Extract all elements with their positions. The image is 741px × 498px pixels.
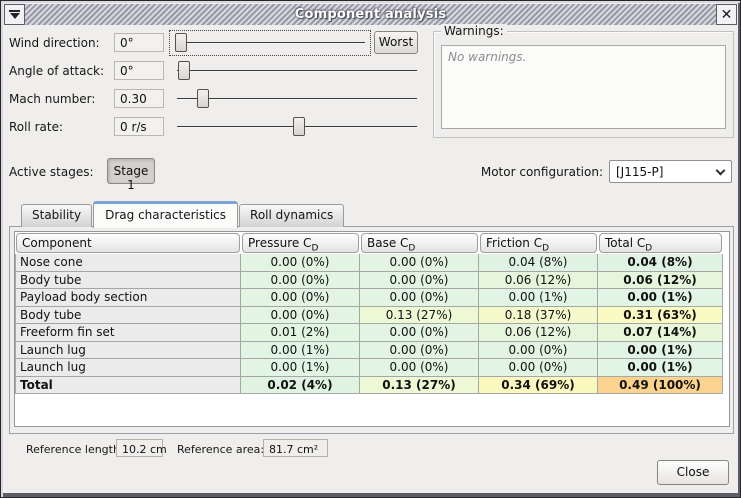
roll-rate-row: Roll rate: 0 r/s — [9, 116, 433, 138]
mach-number-row: Mach number: 0.30 — [9, 88, 433, 110]
wind-direction-label: Wind direction: — [9, 36, 100, 50]
component-cell: Launch lug — [15, 342, 241, 360]
component-cell: Payload body section — [15, 289, 241, 307]
mach-number-field[interactable]: 0.30 — [114, 89, 164, 108]
roll-rate-label: Roll rate: — [9, 120, 63, 134]
close-icon: ✕ — [721, 8, 733, 22]
warnings-list[interactable]: No warnings. — [441, 45, 726, 129]
value-cell: 0.02 (4%) — [241, 377, 360, 395]
worst-button[interactable]: Worst — [374, 31, 418, 54]
wind-direction-slider[interactable] — [171, 32, 369, 54]
roll-rate-slider[interactable] — [173, 116, 421, 138]
angle-of-attack-label: Angle of attack: — [9, 64, 104, 78]
value-cell: 0.00 (0%) — [241, 289, 360, 307]
table-scrollpane: ComponentPressure CDBase CDFriction CDTo… — [14, 231, 730, 427]
value-cell: 0.49 (100%) — [598, 377, 723, 395]
angle-of-attack-row: Angle of attack: 0° — [9, 60, 433, 82]
window-title: Component analysis — [25, 7, 716, 22]
reference-length-label: Reference length: — [26, 443, 124, 456]
value-cell: 0.13 (27%) — [360, 377, 479, 395]
value-cell: 0.00 (0%) — [241, 272, 360, 290]
value-cell: 0.00 (0%) — [479, 342, 598, 360]
tab-roll-dynamics[interactable]: Roll dynamics — [239, 204, 344, 227]
value-cell: 0.31 (63%) — [598, 307, 723, 325]
value-cell: 0.00 (1%) — [598, 289, 723, 307]
value-cell: 0.00 (0%) — [479, 359, 598, 377]
tab-drag-characteristics[interactable]: Drag characteristics — [93, 201, 238, 228]
stage-1-toggle[interactable]: Stage 1 — [107, 158, 155, 184]
value-cell: 0.06 (12%) — [598, 272, 723, 290]
component-cell: Launch lug — [15, 359, 241, 377]
value-cell: 0.04 (8%) — [479, 254, 598, 272]
value-cell: 0.01 (2%) — [241, 324, 360, 342]
value-cell: 0.07 (14%) — [598, 324, 723, 342]
column-header[interactable]: Pressure CD — [242, 233, 359, 253]
angle-of-attack-slider[interactable] — [173, 60, 421, 82]
warnings-group: Warnings: No warnings. — [433, 31, 734, 138]
value-cell: 0.00 (0%) — [360, 272, 479, 290]
component-cell: Total — [15, 377, 241, 395]
slider-track — [175, 42, 365, 44]
reference-area-value: 81.7 cm² — [263, 439, 328, 457]
angle-of-attack-field[interactable]: 0° — [114, 61, 164, 80]
value-cell: 0.00 (0%) — [360, 359, 479, 377]
drag-characteristics-panel: ComponentPressure CDBase CDFriction CDTo… — [9, 226, 734, 434]
value-cell: 0.00 (1%) — [241, 342, 360, 360]
slider-track — [177, 70, 417, 72]
wind-direction-row: Wind direction: 0° Worst — [9, 32, 433, 54]
column-header[interactable]: Total CD — [599, 233, 722, 253]
value-cell: 0.00 (1%) — [598, 359, 723, 377]
slider-thumb[interactable] — [197, 89, 209, 108]
close-button[interactable]: Close — [657, 460, 729, 485]
value-cell: 0.00 (0%) — [241, 254, 360, 272]
reference-length-value: 10.2 cm — [116, 439, 163, 457]
value-cell: 0.00 (1%) — [479, 289, 598, 307]
column-header[interactable]: Friction CD — [480, 233, 597, 253]
window-close-button[interactable]: ✕ — [716, 4, 737, 25]
motor-config-select[interactable]: [J115-P] — [609, 160, 732, 183]
value-cell: 0.00 (0%) — [360, 342, 479, 360]
component-cell: Body tube — [15, 307, 241, 325]
component-analysis-dialog: Component analysis ✕ Wind direction: 0° … — [0, 0, 741, 498]
mach-number-label: Mach number: — [9, 92, 95, 106]
value-cell: 0.06 (12%) — [479, 272, 598, 290]
slider-track — [177, 98, 417, 100]
value-cell: 0.34 (69%) — [479, 377, 598, 395]
motor-config-label: Motor configuration: — [463, 165, 603, 179]
column-header[interactable]: Base CD — [361, 233, 478, 253]
value-cell: 0.00 (1%) — [598, 342, 723, 360]
value-cell: 0.04 (8%) — [598, 254, 723, 272]
warnings-title: Warnings: — [441, 24, 507, 38]
value-cell: 0.18 (37%) — [479, 307, 598, 325]
tab-stability[interactable]: Stability — [21, 204, 92, 227]
value-cell: 0.00 (0%) — [241, 307, 360, 325]
component-cell: Nose cone — [15, 254, 241, 272]
tab-bar: Stability Drag characteristics Roll dyna… — [21, 200, 345, 227]
value-cell: 0.00 (1%) — [241, 359, 360, 377]
window-menu-icon — [9, 10, 20, 19]
motor-config-value: [J115-P] — [610, 165, 709, 179]
column-header[interactable]: Component — [16, 233, 240, 253]
warnings-empty-text: No warnings. — [448, 50, 526, 64]
slider-thumb[interactable] — [178, 61, 190, 80]
roll-rate-field[interactable]: 0 r/s — [114, 117, 164, 136]
component-cell: Freeform fin set — [15, 324, 241, 342]
slider-thumb[interactable] — [175, 33, 187, 52]
mach-number-slider[interactable] — [173, 88, 421, 110]
value-cell: 0.13 (27%) — [360, 307, 479, 325]
wind-direction-field[interactable]: 0° — [114, 33, 164, 52]
value-cell: 0.00 (0%) — [360, 324, 479, 342]
chevron-down-icon — [709, 161, 731, 182]
titlebar[interactable]: Component analysis ✕ — [4, 4, 737, 25]
active-stages-label: Active stages: — [9, 165, 94, 179]
value-cell: 0.00 (0%) — [360, 254, 479, 272]
drag-table: ComponentPressure CDBase CDFriction CDTo… — [15, 232, 729, 394]
slider-thumb[interactable] — [293, 117, 305, 136]
value-cell: 0.06 (12%) — [479, 324, 598, 342]
component-cell: Body tube — [15, 272, 241, 290]
reference-area-label: Reference area: — [177, 443, 264, 456]
window-menu-button[interactable] — [4, 4, 25, 25]
value-cell: 0.00 (0%) — [360, 289, 479, 307]
